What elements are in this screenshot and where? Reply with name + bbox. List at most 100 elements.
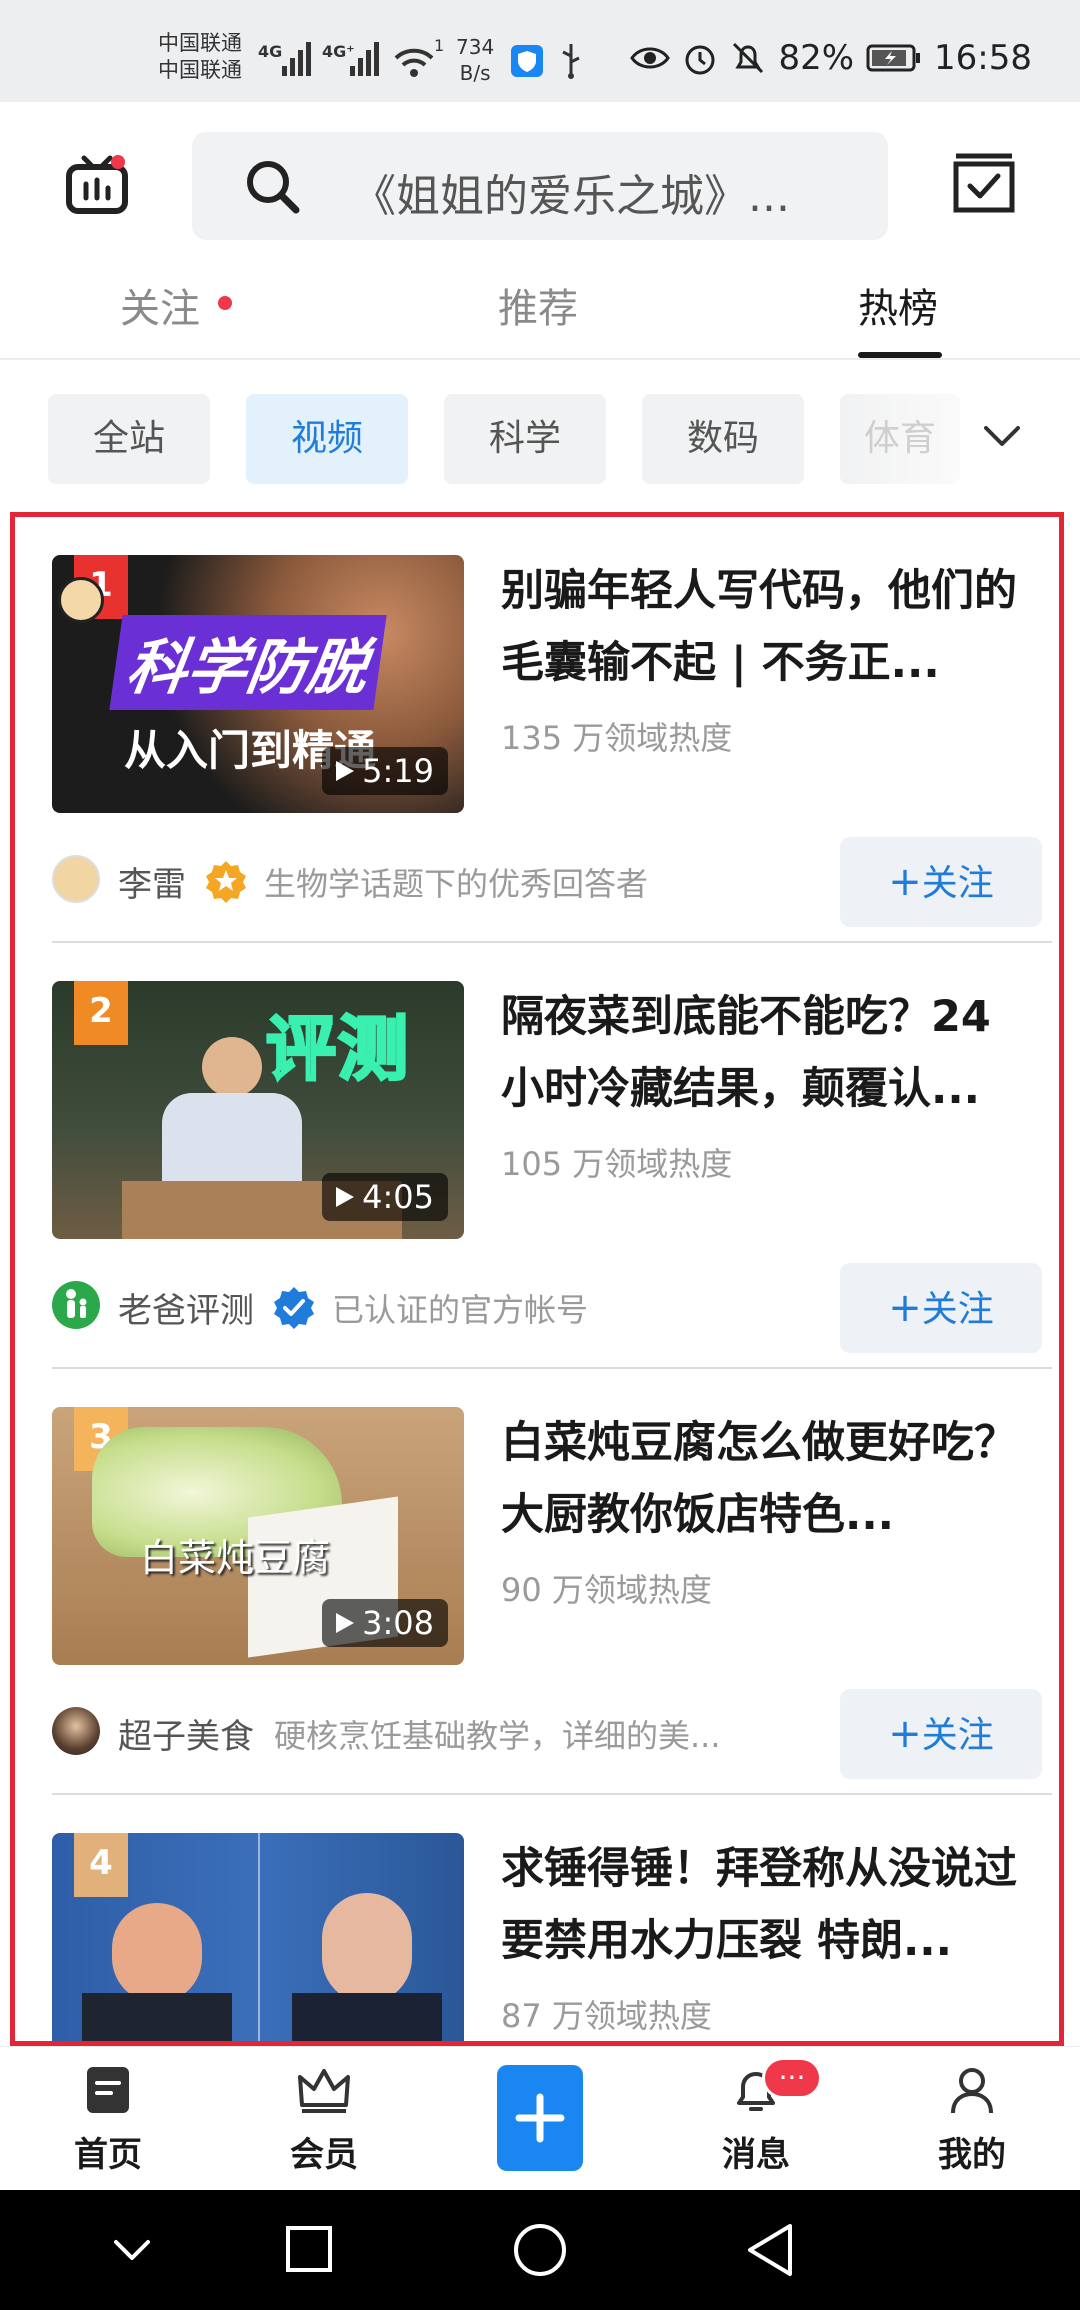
usb-icon [562, 44, 580, 79]
nav-home[interactable]: 首页 [48, 2065, 168, 2176]
hot-list-feed: 1 科学防脱 从入门到精通 5:19 别骗年轻人写代码，他们的毛囊输不起 | 不… [10, 512, 1064, 2046]
status-bar: 中国联通 中国联通 4G 4G⁺ 1 734 B/s 82% 16:58 [0, 0, 1080, 102]
nav-me[interactable]: 我的 [912, 2065, 1032, 2176]
follow-button[interactable]: +关注 [840, 837, 1042, 927]
create-post-button[interactable] [497, 2065, 583, 2171]
chip-all[interactable]: 全站 [48, 394, 210, 484]
video-thumbnail[interactable]: 4 [52, 1833, 464, 2041]
chip-sports[interactable]: 体育 [840, 394, 960, 484]
speed-value: 734 [456, 35, 495, 59]
chevron-down-icon[interactable] [980, 418, 1024, 454]
battery-percent: 82% [778, 38, 855, 78]
signal-icon-2 [350, 40, 379, 76]
thumb-caption-main: 科学防脱 [109, 615, 387, 710]
item-title[interactable]: 隔夜菜到底能不能吃？24 小时冷藏结果，颠覆认... [501, 981, 1041, 1125]
chip-video[interactable]: 视频 [246, 394, 408, 484]
chip-digital[interactable]: 数码 [642, 394, 804, 484]
chip-science[interactable]: 科学 [444, 394, 606, 484]
list-item[interactable]: 2 评测 4:05 隔夜菜到底能不能吃？24 小时冷藏结果，颠覆认... 105… [15, 943, 1059, 1369]
family-icon [66, 1289, 87, 1318]
follow-label: 关注 [921, 1715, 994, 1756]
chevron-down-icon[interactable] [110, 2230, 154, 2270]
left-speaker-head [112, 1903, 202, 2003]
play-icon [336, 1613, 355, 1633]
avatar[interactable] [52, 1707, 100, 1755]
duration-text: 4:05 [362, 1178, 434, 1216]
excellent-answerer-badge-icon [206, 861, 246, 903]
tab-following[interactable]: 关注 [120, 276, 200, 334]
left-speaker-suit [82, 1993, 232, 2041]
right-speaker-suit [292, 1993, 442, 2041]
video-duration: 5:19 [322, 747, 448, 795]
follow-button[interactable]: +关注 [840, 1689, 1042, 1779]
tab-following-dot [218, 296, 232, 310]
wifi-icon [394, 48, 434, 77]
video-thumbnail[interactable]: 3 白菜炖豆腐 3:08 [52, 1407, 464, 1665]
home-icon [87, 2067, 129, 2113]
follow-button[interactable]: +关注 [840, 1263, 1042, 1353]
plus-icon [515, 2093, 565, 2143]
eye-comfort-icon [630, 47, 671, 69]
nav-messages-label: 消息 [722, 2135, 790, 2175]
heat-value: 135 万领域热度 [501, 719, 733, 757]
status-right-group: 82% 16:58 [630, 38, 1032, 78]
item-title[interactable]: 别骗年轻人写代码，他们的毛囊输不起 | 不务正... [501, 555, 1041, 699]
author-name[interactable]: 超子美食 [118, 1709, 254, 1758]
plus-icon: + [888, 859, 922, 905]
active-tab-indicator [858, 352, 942, 358]
clock: 16:58 [934, 38, 1032, 78]
author-row: 超子美食 硬核烹饪基础教学，详细的美... +关注 [52, 1689, 1052, 1779]
avatar[interactable] [52, 855, 100, 903]
author-description: 已认证的官方帐号 [332, 1291, 589, 1329]
video-thumbnail[interactable]: 2 评测 4:05 [52, 981, 464, 1239]
search-icon [247, 161, 300, 214]
verified-badge-icon [274, 1287, 314, 1329]
carrier-1: 中国联通 [158, 31, 242, 55]
cartoon-face-icon [58, 577, 104, 623]
message-badge: ··· [762, 2057, 822, 2099]
tab-hot-list[interactable]: 热榜 [858, 276, 938, 334]
duration-text: 5:19 [362, 752, 434, 790]
thumb-caption-main: 白菜炖豆腐 [140, 1536, 331, 1580]
crown-icon [298, 2069, 350, 2113]
nav-vip[interactable]: 会员 [264, 2065, 384, 2176]
heat-value: 105 万领域热度 [501, 1145, 733, 1183]
signal-icon-1 [282, 40, 311, 76]
heat-value: 90 万领域热度 [501, 1571, 712, 1609]
bottom-nav: 首页 会员 消息 ··· 我的 [0, 2046, 1080, 2190]
search-bar[interactable]: 《姐姐的爱乐之城》... [192, 132, 888, 240]
list-item[interactable]: 3 白菜炖豆腐 3:08 白菜炖豆腐怎么做更好吃？大厨教你饭店特色... 90 … [15, 1369, 1059, 1795]
checklist-icon[interactable] [952, 152, 1016, 216]
avatar[interactable] [52, 1281, 100, 1329]
recents-square-icon[interactable] [284, 2224, 334, 2274]
list-item[interactable]: 1 科学防脱 从入门到精通 5:19 别骗年轻人写代码，他们的毛囊输不起 | 不… [15, 517, 1059, 943]
speed-unit: B/s [459, 61, 491, 85]
author-name[interactable]: 李雷 [118, 857, 186, 906]
shield-icon [511, 45, 543, 77]
profile-icon [951, 2068, 993, 2114]
plus-icon: + [888, 1711, 922, 1757]
split-line [258, 1833, 260, 2041]
author-description: 硬核烹饪基础教学，详细的美... [274, 1717, 721, 1755]
item-title[interactable]: 求锤得锤！拜登称从没说过要禁用水力压裂 特朗... [501, 1833, 1041, 1977]
mute-bell-icon [733, 42, 764, 74]
video-thumbnail[interactable]: 1 科学防脱 从入门到精通 5:19 [52, 555, 464, 813]
battery-icon [866, 44, 921, 72]
back-triangle-icon[interactable] [744, 2222, 798, 2278]
nav-me-label: 我的 [938, 2135, 1006, 2175]
tab-recommend[interactable]: 推荐 [498, 276, 578, 334]
category-chips: 全站 视频 科学 数码 体育 [0, 362, 1080, 512]
tv-icon[interactable] [66, 154, 128, 214]
author-description: 生物学话题下的优秀回答者 [264, 865, 649, 903]
list-item[interactable]: 4 求锤得锤！拜登称从没说过要禁用水力压裂 特朗... 87 万领域热度 [15, 1795, 1059, 2041]
rank-badge: 2 [74, 981, 128, 1045]
video-duration: 3:08 [322, 1599, 448, 1647]
home-circle-icon[interactable] [512, 2222, 568, 2278]
author-name[interactable]: 老爸评测 [118, 1283, 254, 1332]
alarm-icon [685, 45, 715, 75]
author-row: 李雷 生物学话题下的优秀回答者 +关注 [52, 837, 1052, 927]
item-title[interactable]: 白菜炖豆腐怎么做更好吃？大厨教你饭店特色... [501, 1407, 1041, 1551]
play-icon [336, 1187, 355, 1207]
wifi-sub: 1 [434, 36, 445, 55]
plus-icon: + [888, 1285, 922, 1331]
